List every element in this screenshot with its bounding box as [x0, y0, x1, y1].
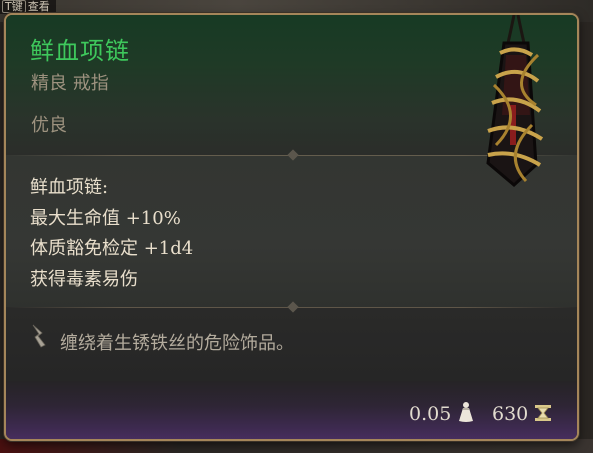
- flavor-text: 缠绕着生锈铁丝的危险饰品。: [60, 333, 294, 354]
- modifier-title: 鲜血项链:: [30, 177, 109, 198]
- weight-bag-icon: [459, 402, 473, 422]
- modifier-line: 最大生命值 +10%: [30, 207, 181, 229]
- modifier-line: 体质豁免检定 +1d4: [30, 238, 194, 259]
- game-background-bottom: [0, 439, 593, 453]
- bloody-necklace-icon: [486, 15, 544, 187]
- hotkey-label: 查看: [27, 0, 50, 13]
- modifier-line: 获得毒素易伤: [30, 268, 138, 290]
- item-name: 鲜血项链: [30, 37, 130, 65]
- price-value: 630: [492, 403, 529, 425]
- inspect-hotkey-hint: T键 查看: [0, 0, 56, 14]
- gold-coin-icon: [535, 405, 551, 421]
- modifier-list: 鲜血项链: 最大生命值 +10% 体质豁免检定 +1d4 获得毒素易伤: [30, 173, 193, 295]
- quill-icon: [32, 324, 46, 348]
- hotkey-key: T键: [2, 0, 26, 13]
- weight-value: 0.05: [409, 403, 452, 425]
- item-type: 精良 戒指: [31, 73, 109, 94]
- item-tooltip: 鲜血项链 精良 戒指 优良 鲜血项链: 最大生命值 +10% 体质豁免检定 +1…: [4, 13, 579, 441]
- item-rarity: 优良: [31, 115, 67, 136]
